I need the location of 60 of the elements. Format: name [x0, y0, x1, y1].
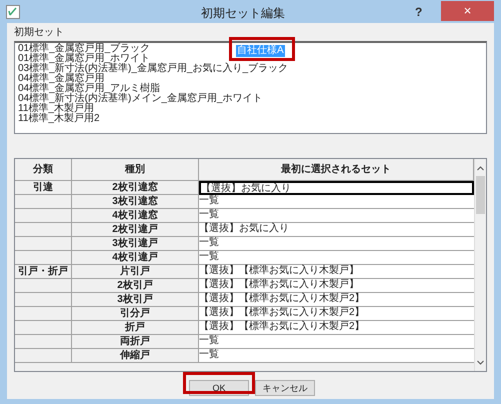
- category-cell: [15, 223, 72, 237]
- category-cell: [15, 237, 72, 251]
- list-item[interactable]: 03標準_新寸法(内法基準)_金属窓戸用_お気に入り_ブラック: [18, 64, 288, 74]
- type-cell: 片引戸: [72, 265, 199, 279]
- list-item[interactable]: 04標準_金属窓戸用_アルミ樹脂: [18, 84, 160, 94]
- set-cell[interactable]: 【選抜】【標準お気に入り木製戸】: [199, 279, 474, 293]
- preset-label: 初期セット: [14, 27, 65, 39]
- list-item[interactable]: 04標準_金属窓戸用: [18, 74, 105, 84]
- category-cell: [15, 293, 72, 307]
- list-item[interactable]: 01標準_金属窓戸用_ブラック: [18, 44, 150, 54]
- category-cell: [15, 209, 72, 223]
- set-cell[interactable]: 【選抜】【標準お気に入り木製戸2】: [199, 293, 474, 307]
- close-button[interactable]: ×: [441, 1, 494, 21]
- category-cell: [15, 251, 72, 265]
- set-cell[interactable]: 一覧: [199, 209, 474, 223]
- category-cell: 引違: [15, 181, 72, 195]
- category-cell: [15, 307, 72, 321]
- highlight-frame: [229, 37, 295, 61]
- set-cell[interactable]: 【選抜】【標準お気に入り木製戸2】: [199, 321, 474, 335]
- scroll-up-icon[interactable]: [477, 166, 484, 171]
- type-cell: 2枚引違窓: [72, 181, 199, 195]
- type-cell: 4枚引違戸: [72, 251, 199, 265]
- set-cell[interactable]: 【選抜】お気に入り: [199, 181, 474, 195]
- category-cell: [15, 195, 72, 209]
- set-cell[interactable]: 【選抜】【標準お気に入り木製戸】: [199, 265, 474, 279]
- scroll-thumb[interactable]: [476, 176, 485, 214]
- scrollbar[interactable]: [474, 159, 486, 371]
- type-cell: 引分戸: [72, 307, 199, 321]
- set-cell[interactable]: 一覧: [199, 237, 474, 251]
- list-item[interactable]: 11標準_木製戸用: [18, 104, 94, 114]
- set-cell[interactable]: 【選抜】【標準お気に入り木製戸2】: [199, 307, 474, 321]
- type-cell: 2枚引違戸: [72, 223, 199, 237]
- help-button[interactable]: ?: [415, 3, 422, 21]
- window-title: 初期セット編集: [201, 5, 285, 22]
- list-item[interactable]: 04標準_新寸法(内法基準)メイン_金属窓戸用_ホワイト: [18, 94, 262, 104]
- set-cell[interactable]: 一覧: [199, 251, 474, 265]
- dialog-button[interactable]: キャンセル: [255, 380, 315, 396]
- column-header[interactable]: 種別: [72, 159, 199, 181]
- set-cell[interactable]: 一覧: [199, 195, 474, 209]
- type-cell: 3枚引違戸: [72, 237, 199, 251]
- set-cell[interactable]: 一覧: [199, 335, 474, 349]
- type-cell: 3枚引違窓: [72, 195, 199, 209]
- type-cell: 3枚引戸: [72, 293, 199, 307]
- category-cell: [15, 321, 72, 335]
- category-cell: [15, 279, 72, 293]
- type-cell: 折戸: [72, 321, 199, 335]
- set-cell[interactable]: 一覧: [199, 349, 474, 363]
- set-cell[interactable]: 【選抜】お気に入り: [199, 223, 474, 237]
- column-header[interactable]: 分類: [15, 159, 72, 181]
- list-item[interactable]: 11標準_木製戸用2: [18, 114, 100, 124]
- list-item[interactable]: 01標準_金属窓戸用_ホワイト: [18, 54, 150, 64]
- app-icon: [6, 5, 20, 19]
- type-cell: 両折戸: [72, 335, 199, 349]
- scroll-down-icon[interactable]: [477, 360, 484, 365]
- type-cell: 2枚引戸: [72, 279, 199, 293]
- category-cell: [15, 349, 72, 363]
- category-cell: 引戸・折戸: [15, 265, 72, 279]
- type-cell: 4枚引違窓: [72, 209, 199, 223]
- category-cell: [15, 335, 72, 349]
- type-cell: 伸縮戸: [72, 349, 199, 363]
